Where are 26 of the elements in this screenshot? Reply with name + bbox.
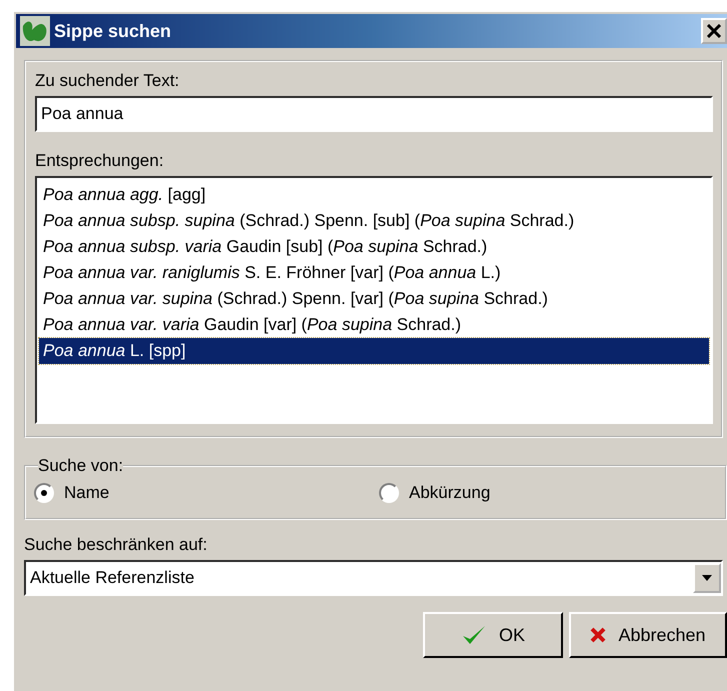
match-item[interactable]: Poa annua var. varia Gaudin [var] (Poa supina Schrad.) bbox=[39, 312, 709, 338]
search-label: Zu suchender Text: bbox=[35, 70, 180, 92]
match-item[interactable]: Poa annua agg. [agg] bbox=[39, 182, 709, 208]
dropdown-value: Aktuelle Referenzliste bbox=[30, 568, 196, 588]
caret-icon bbox=[702, 575, 712, 581]
radio-label: Abkürzung bbox=[409, 483, 490, 503]
match-item[interactable]: Poa annua subsp. supina (Schrad.) Spenn. [sub] (Poa supina Schrad.) bbox=[39, 208, 709, 234]
radio-button[interactable] bbox=[379, 483, 399, 503]
search-field[interactable]: Poa annua bbox=[35, 96, 713, 132]
restrict-dropdown[interactable]: Aktuelle Referenzliste bbox=[24, 560, 723, 596]
match-item[interactable]: Poa annua var. supina (Schrad.) Spenn. [var] (Poa supina Schrad.) bbox=[39, 286, 709, 312]
match-item[interactable]: Poa annua L. [spp] bbox=[39, 338, 709, 364]
restrict-label: Suche beschränken auf: bbox=[24, 534, 208, 556]
search-by-legend: Suche von: bbox=[38, 456, 124, 476]
match-item[interactable]: Poa annua var. raniglumis S. E. Fröhner [var] (Poa annua L.) bbox=[39, 260, 709, 286]
cross-icon bbox=[590, 627, 606, 643]
ok-button[interactable]: OK bbox=[423, 612, 563, 658]
cancel-button[interactable]: Abbrechen bbox=[569, 612, 727, 658]
window-title: Sippe suchen bbox=[54, 20, 172, 42]
dropdown-button[interactable] bbox=[693, 563, 721, 593]
radio-button[interactable] bbox=[34, 483, 54, 503]
close-icon bbox=[707, 24, 721, 38]
close-button[interactable] bbox=[701, 18, 727, 44]
match-item[interactable]: Poa annua subsp. varia Gaudin [sub] (Poa supina Schrad.) bbox=[39, 234, 709, 260]
matches-label: Entsprechungen: bbox=[35, 150, 165, 172]
radio-label: Name bbox=[64, 483, 110, 503]
